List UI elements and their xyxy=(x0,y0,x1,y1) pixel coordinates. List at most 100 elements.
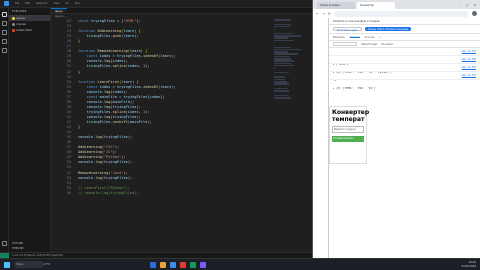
code-line[interactable]: console.log(tryingFiles); xyxy=(78,135,132,140)
match-language-button[interactable]: Always match Chrome's language xyxy=(364,27,412,31)
reload-icon[interactable]: ⟳ xyxy=(328,12,331,16)
degrees-input[interactable]: Введите градусы xyxy=(332,126,364,133)
run-debug-icon[interactable] xyxy=(2,39,7,44)
minimap-line xyxy=(274,62,292,65)
console-value[interactable]: ▸ (3) ['HTML', 'CSS', 'JS'] xyxy=(333,87,375,90)
minimap-line xyxy=(274,25,291,28)
editor-area[interactable]: app.js app.js > ... 22 const tryingFiles … xyxy=(51,8,312,252)
console-row[interactable]: ▸ (4) ['HTML', 'CSS', 'JS', 'Python'] app… xyxy=(329,56,480,74)
minimap-line xyxy=(274,23,292,26)
settings-gear-icon[interactable] xyxy=(2,241,7,246)
console-source-link[interactable]: app.js:759 xyxy=(462,66,476,69)
code-line[interactable]: // console.log(tryingFiles); xyxy=(78,191,139,196)
browser-toolbar: ← → ⟳ xyxy=(313,9,480,18)
minimap-line xyxy=(274,58,292,60)
console-source-link[interactable]: app.js:753 xyxy=(462,74,476,77)
forward-icon[interactable]: → xyxy=(322,12,325,16)
console-row[interactable]: ▸ (3) ['HTML', 'CSS', 'JS'] app.js:753 xyxy=(329,72,480,90)
code-line[interactable]: const tryingFiles = ["HTML"]; xyxy=(78,19,141,24)
page-viewport[interactable] xyxy=(313,18,329,258)
browser-tabstrip: Новая вкладка Конвертер – ▢ ✕ xyxy=(313,0,480,9)
tab-elements[interactable]: Elements xyxy=(333,36,345,39)
minimap-line xyxy=(274,39,294,42)
search-icon[interactable] xyxy=(2,21,7,26)
address-bar[interactable] xyxy=(333,10,469,17)
minimap-line xyxy=(274,76,286,78)
console-source-link[interactable]: app.js:753 xyxy=(462,50,476,53)
vscode-logo-icon xyxy=(4,1,9,6)
minimap-line xyxy=(274,53,298,55)
status-text: Ln 61, Col 25 Spaces: 4 UTF-8 CRLF JavaS… xyxy=(12,254,63,257)
more-tabs-icon[interactable]: » xyxy=(379,36,381,39)
explorer-header: EXPLORER xyxy=(12,10,27,13)
menu-run[interactable]: Run xyxy=(75,2,80,5)
extensions-icon[interactable] xyxy=(2,48,7,53)
minimize-icon[interactable]: – xyxy=(459,3,461,7)
dont-show-again-button[interactable]: Don't show again xyxy=(333,27,362,32)
code-line[interactable]: console.log(tryingFiles); xyxy=(78,176,132,181)
desktop: File Edit Selection View Go Run EXPLORER… xyxy=(0,0,480,270)
console-filter-input[interactable] xyxy=(333,42,357,46)
start-icon[interactable] xyxy=(4,261,10,268)
minimap[interactable] xyxy=(274,19,302,252)
profile-avatar[interactable] xyxy=(472,11,477,16)
minimap-line xyxy=(274,48,301,51)
minimap-line xyxy=(274,94,289,97)
browser-tab-converter[interactable]: Конвертер xyxy=(357,2,395,9)
explorer-icon[interactable] xyxy=(2,12,7,17)
issues-indicator[interactable]: No Issues xyxy=(381,43,392,46)
browser-tab-new[interactable]: Новая вкладка xyxy=(317,2,355,9)
weather-widget[interactable]: 17°C xyxy=(44,263,50,266)
file-item-index-html[interactable]: index.html xyxy=(9,27,50,33)
code-line[interactable]: console.log(tryingFiles); xyxy=(78,160,132,165)
minimap-line xyxy=(274,81,288,83)
code-line[interactable]: tryingFiles.splice(index, 1); xyxy=(78,64,150,69)
code-line[interactable]: } xyxy=(78,70,80,75)
minimap-line xyxy=(274,37,288,39)
menu-view[interactable]: View xyxy=(54,2,60,5)
taskbar-search[interactable]: Поиск xyxy=(14,261,44,268)
code-line[interactable]: } xyxy=(78,39,80,44)
file-explorer-icon[interactable] xyxy=(160,261,166,268)
explorer-panel: EXPLORER app.js course index.html OUTLIN… xyxy=(9,8,51,252)
back-icon[interactable]: ← xyxy=(316,12,319,16)
tab-sources[interactable]: Sources xyxy=(365,36,375,39)
source-control-icon[interactable] xyxy=(2,30,7,35)
console-output: ▸ ['HTML'] app.js:753 ▸ (4) ['HTML', 'CSS'… xyxy=(329,48,480,90)
line-number: 56 xyxy=(66,190,71,195)
folder-icon xyxy=(12,22,15,26)
menu-file[interactable]: File xyxy=(15,2,19,5)
editor-tab-app-js[interactable]: app.js xyxy=(51,8,67,13)
minimap-line xyxy=(274,46,291,49)
minimap-line xyxy=(274,83,289,85)
close-icon[interactable]: ✕ xyxy=(473,3,476,7)
devtools-language-message: DevTools is now available in Russian xyxy=(329,18,480,25)
console-source-link[interactable]: app.js:750 xyxy=(462,58,476,61)
log-levels-dropdown[interactable]: Default levels xyxy=(361,43,377,46)
tab-console[interactable]: Console xyxy=(349,36,360,39)
app-icon[interactable] xyxy=(190,261,196,268)
html-file-icon xyxy=(12,28,15,32)
vscode-taskbar-icon[interactable] xyxy=(170,261,176,268)
menu-go[interactable]: Go xyxy=(66,2,69,5)
clock[interactable]: 15:42 01.05.2024 xyxy=(462,261,476,268)
convert-button[interactable]: Конвертировать xyxy=(332,136,364,142)
console-row[interactable]: ▸ ['HTML'] app.js:753 xyxy=(329,48,480,66)
vscode-titlebar: File Edit Selection View Go Run xyxy=(0,0,312,8)
js-file-icon xyxy=(12,16,15,20)
minimap-line xyxy=(274,32,294,35)
code-line[interactable]: tryingFiles.unshift(mainFile); xyxy=(78,120,152,125)
menu-selection[interactable]: Selection xyxy=(36,2,48,5)
console-row[interactable]: -1 app.js:759 xyxy=(329,64,480,82)
minimap-line xyxy=(274,64,295,67)
chrome-taskbar-icon[interactable] xyxy=(180,261,186,268)
minimap-line xyxy=(274,60,294,62)
app-icon-2[interactable] xyxy=(200,261,206,268)
timeline-section[interactable]: TIMELINE xyxy=(9,246,50,251)
code-editor[interactable]: 22 const tryingFiles = ["HTML"]; 23 24 funct… xyxy=(51,19,272,252)
menu-edit[interactable]: Edit xyxy=(25,2,30,5)
task-view-icon[interactable] xyxy=(150,261,156,268)
code-line[interactable]: } xyxy=(78,125,80,130)
code-line[interactable]: tryingFiles.push(learn); xyxy=(78,34,139,39)
maximize-icon[interactable]: ▢ xyxy=(466,3,469,7)
